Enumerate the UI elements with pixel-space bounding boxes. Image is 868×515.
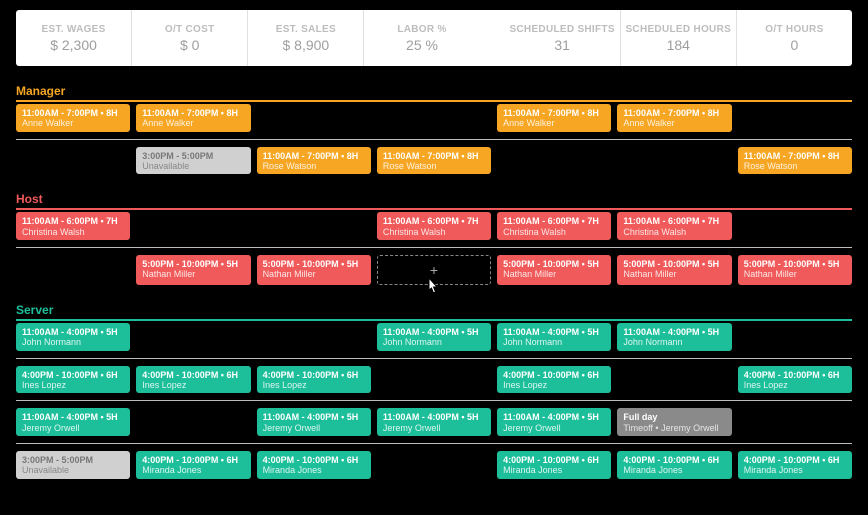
- stat-value: 0: [791, 37, 799, 53]
- row-divider: [16, 247, 852, 248]
- stat-value: $ 0: [180, 37, 199, 53]
- shift-christina-walsh[interactable]: 11:00AM - 6:00PM • 7HChristina Walsh: [497, 212, 611, 240]
- shift-nathan-miller[interactable]: 5:00PM - 10:00PM • 5HNathan Miller: [497, 255, 611, 285]
- host-grid: 11:00AM - 6:00PM • 7HChristina Walsh 11:…: [16, 212, 852, 285]
- pointer-cursor-icon: [425, 276, 443, 298]
- stat-value: 25 %: [406, 37, 438, 53]
- stat-label: O/T HOURS: [765, 24, 823, 35]
- manager-grid: 11:00AM - 7:00PM • 8HAnne Walker 11:00AM…: [16, 104, 852, 174]
- server-grid: 11:00AM - 4:00PM • 5HJohn Normann 11:00A…: [16, 323, 852, 479]
- shift-nathan-miller[interactable]: 5:00PM - 10:00PM • 5HNathan Miller: [257, 255, 371, 285]
- stat-label: EST. WAGES: [42, 24, 106, 35]
- add-shift-button[interactable]: +: [377, 255, 491, 285]
- shift-ines-lopez[interactable]: 4:00PM - 10:00PM • 6HInes Lopez: [16, 366, 130, 394]
- stat-label: SCHEDULED SHIFTS: [509, 24, 614, 35]
- shift-ines-lopez[interactable]: 4:00PM - 10:00PM • 6HInes Lopez: [257, 366, 371, 394]
- shift-unavailable[interactable]: 3:00PM - 5:00PMUnavailable: [136, 147, 250, 175]
- shift-rose-watson[interactable]: 11:00AM - 7:00PM • 8HRose Watson: [257, 147, 371, 175]
- row-divider: [16, 139, 852, 140]
- stat-labor-pct: LABOR % 25 %: [364, 10, 503, 66]
- shift-jeremy-orwell[interactable]: 11:00AM - 4:00PM • 5HJeremy Orwell: [497, 408, 611, 436]
- shift-ines-lopez[interactable]: 4:00PM - 10:00PM • 6HInes Lopez: [738, 366, 852, 394]
- stat-ot-cost: O/T COST $ 0: [132, 10, 248, 66]
- shift-ines-lopez[interactable]: 4:00PM - 10:00PM • 6HInes Lopez: [497, 366, 611, 394]
- plus-icon: +: [430, 262, 438, 278]
- shift-nathan-miller[interactable]: 5:00PM - 10:00PM • 5HNathan Miller: [136, 255, 250, 285]
- shift-miranda-jones[interactable]: 4:00PM - 10:00PM • 6HMiranda Jones: [497, 451, 611, 479]
- shift-john-normann[interactable]: 11:00AM - 4:00PM • 5HJohn Normann: [617, 323, 731, 351]
- shift-miranda-jones[interactable]: 4:00PM - 10:00PM • 6HMiranda Jones: [617, 451, 731, 479]
- row-divider: [16, 400, 852, 401]
- stat-value: 31: [554, 37, 570, 53]
- shift-unavailable[interactable]: 3:00PM - 5:00PMUnavailable: [16, 451, 130, 479]
- shift-miranda-jones[interactable]: 4:00PM - 10:00PM • 6HMiranda Jones: [257, 451, 371, 479]
- stat-ot-hours: O/T HOURS 0: [737, 10, 852, 66]
- stat-scheduled-shifts: SCHEDULED SHIFTS 31: [504, 10, 621, 66]
- shift-rose-watson[interactable]: 11:00AM - 7:00PM • 8HRose Watson: [377, 147, 491, 175]
- shift-john-normann[interactable]: 11:00AM - 4:00PM • 5HJohn Normann: [497, 323, 611, 351]
- stat-label: EST. SALES: [276, 24, 336, 35]
- shift-christina-walsh[interactable]: 11:00AM - 6:00PM • 7HChristina Walsh: [617, 212, 731, 240]
- stat-label: SCHEDULED HOURS: [625, 24, 731, 35]
- shift-jeremy-orwell[interactable]: 11:00AM - 4:00PM • 5HJeremy Orwell: [16, 408, 130, 436]
- row-divider: [16, 358, 852, 359]
- shift-christina-walsh[interactable]: 11:00AM - 6:00PM • 7HChristina Walsh: [16, 212, 130, 240]
- shift-christina-walsh[interactable]: 11:00AM - 6:00PM • 7HChristina Walsh: [377, 212, 491, 240]
- shift-ines-lopez[interactable]: 4:00PM - 10:00PM • 6HInes Lopez: [136, 366, 250, 394]
- role-header-manager: Manager: [16, 84, 852, 102]
- shift-jeremy-orwell[interactable]: 11:00AM - 4:00PM • 5HJeremy Orwell: [257, 408, 371, 436]
- stat-scheduled-hours: SCHEDULED HOURS 184: [621, 10, 737, 66]
- stat-value: 184: [667, 37, 690, 53]
- shift-anne-walker[interactable]: 11:00AM - 7:00PM • 8HAnne Walker: [497, 104, 611, 132]
- shift-nathan-miller[interactable]: 5:00PM - 10:00PM • 5HNathan Miller: [738, 255, 852, 285]
- role-header-server: Server: [16, 303, 852, 321]
- row-divider: [16, 443, 852, 444]
- stat-label: LABOR %: [397, 24, 446, 35]
- stat-label: O/T COST: [165, 24, 215, 35]
- stat-est-sales: EST. SALES $ 8,900: [248, 10, 364, 66]
- shift-timeoff[interactable]: Full dayTimeoff • Jeremy Orwell: [617, 408, 731, 436]
- shift-john-normann[interactable]: 11:00AM - 4:00PM • 5HJohn Normann: [16, 323, 130, 351]
- stats-bar: EST. WAGES $ 2,300 O/T COST $ 0 EST. SAL…: [16, 10, 852, 66]
- shift-anne-walker[interactable]: 11:00AM - 7:00PM • 8HAnne Walker: [617, 104, 731, 132]
- shift-miranda-jones[interactable]: 4:00PM - 10:00PM • 6HMiranda Jones: [738, 451, 852, 479]
- shift-jeremy-orwell[interactable]: 11:00AM - 4:00PM • 5HJeremy Orwell: [377, 408, 491, 436]
- shift-miranda-jones[interactable]: 4:00PM - 10:00PM • 6HMiranda Jones: [136, 451, 250, 479]
- role-header-host: Host: [16, 192, 852, 210]
- shift-nathan-miller[interactable]: 5:00PM - 10:00PM • 5HNathan Miller: [617, 255, 731, 285]
- shift-anne-walker[interactable]: 11:00AM - 7:00PM • 8HAnne Walker: [136, 104, 250, 132]
- shift-anne-walker[interactable]: 11:00AM - 7:00PM • 8HAnne Walker: [16, 104, 130, 132]
- stat-value: $ 2,300: [50, 37, 97, 53]
- stat-value: $ 8,900: [282, 37, 329, 53]
- shift-rose-watson[interactable]: 11:00AM - 7:00PM • 8HRose Watson: [738, 147, 852, 175]
- stat-est-wages: EST. WAGES $ 2,300: [16, 10, 132, 66]
- shift-john-normann[interactable]: 11:00AM - 4:00PM • 5HJohn Normann: [377, 323, 491, 351]
